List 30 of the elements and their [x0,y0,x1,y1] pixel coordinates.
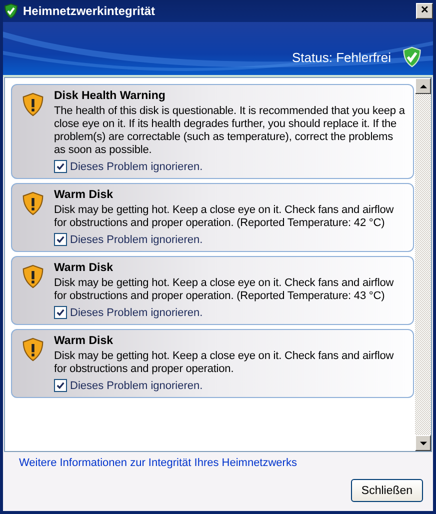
checkbox[interactable] [54,160,67,173]
checkbox-label: Dieses Problem ignorieren. [70,160,203,172]
problem-description: Disk may be getting hot. Keep a close eye on it. Check fans and airflow for obstructions and proper operation. [54,350,395,376]
checkbox[interactable] [54,233,67,246]
warning-shield-icon [22,264,44,289]
scrollbar[interactable] [415,78,431,451]
checkbox-label: Dieses Problem ignorieren. [70,306,203,318]
problem-description: Disk may be getting hot. Keep a close eye on it. Check fans and airflow for obstructions and proper operation. (Reported Temperature: 42 °C) [54,204,395,230]
scroll-up-icon[interactable] [415,78,431,94]
status-text: Status: Fehlerfrei [292,50,391,65]
problem-description: Disk may be getting hot. Keep a close eye on it. Check fans and airflow for obstructions and proper operation. (Reported Temperature: 43 °C) [54,277,395,303]
more-info-link[interactable]: Weitere Informationen zur Integrität Ihres Heimnetzwerks [19,457,297,469]
shield-check-icon [3,3,19,19]
window-title: Heimnetzwerkintegrität [23,4,156,18]
checkbox[interactable] [54,306,67,319]
warning-shield-icon [22,92,44,117]
scroll-down-icon[interactable] [415,435,431,451]
shield-check-icon [401,45,423,69]
close-dialog-button[interactable]: Schließen [351,479,423,502]
problem-title: Warm Disk [54,335,114,347]
warning-shield-icon [22,191,44,216]
problem-description: The health of this disk is questionable. It is recommended that you keep a close eye on it. If its health degrades further, you should replace it. If the problem(s) are correctable (such as temperature), correct the problems as soon as possible. [54,105,406,157]
close-button[interactable]: ✕ [416,3,433,19]
checkbox-label: Dieses Problem ignorieren. [70,234,203,246]
warning-shield-icon [22,337,44,362]
problem-title: Disk Health Warning [54,90,166,102]
checkbox[interactable] [54,379,67,392]
problem-title: Warm Disk [54,189,114,201]
checkbox-label: Dieses Problem ignorieren. [70,380,203,392]
problem-title: Warm Disk [54,262,114,274]
